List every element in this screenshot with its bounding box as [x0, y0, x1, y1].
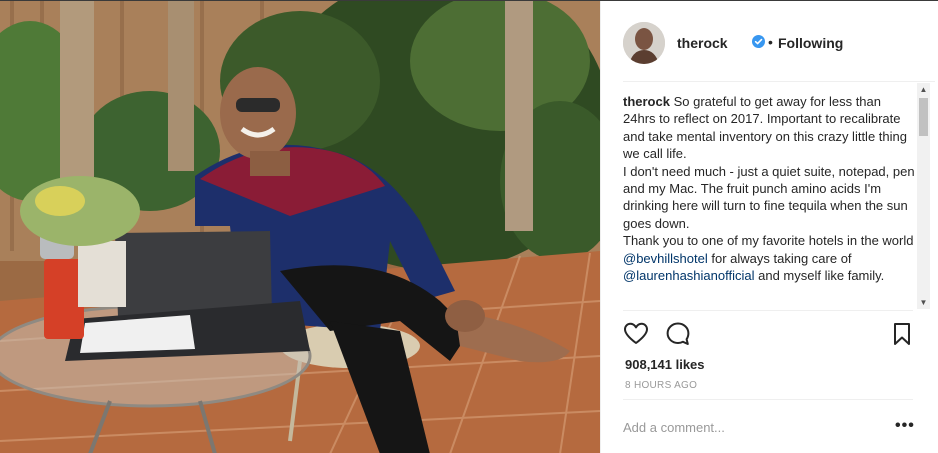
post-side-panel: therock • Following therock So grateful … — [600, 1, 938, 453]
caption-text-3b: for always taking care of — [707, 250, 852, 266]
caption-paragraph-2: I don't need much - just a quiet suite, … — [623, 163, 915, 233]
caption-username-link[interactable]: therock — [623, 94, 670, 109]
ellipsis-icon[interactable]: ••• — [895, 417, 915, 435]
header-username-link[interactable]: therock — [677, 35, 728, 51]
post-timestamp[interactable]: 8 HOURS AGO — [625, 380, 697, 391]
scrollbar-thumb[interactable] — [919, 98, 928, 136]
caption-text-3c: and myself like family. — [754, 268, 885, 284]
caption: therock So grateful to get away for less… — [623, 93, 915, 309]
divider — [623, 310, 913, 311]
heart-icon[interactable] — [623, 321, 649, 347]
instagram-post: therock • Following therock So grateful … — [0, 0, 938, 453]
header-separator: • — [768, 34, 773, 50]
action-bar — [623, 321, 915, 347]
avatar[interactable] — [623, 22, 665, 64]
post-header: therock • Following — [623, 1, 935, 82]
scroll-up-arrow-icon[interactable]: ▲ — [917, 83, 930, 96]
caption-text-3a: Thank you to one of my favorite hotels i… — [623, 233, 914, 249]
mention-link-laurenhashianofficial[interactable]: @laurenhashianofficial — [623, 268, 755, 283]
following-button[interactable]: Following — [778, 35, 843, 51]
speech-bubble-icon[interactable] — [665, 321, 691, 347]
scroll-down-arrow-icon[interactable]: ▼ — [917, 296, 930, 309]
bookmark-icon[interactable] — [889, 321, 915, 347]
photo-illustration — [0, 1, 600, 453]
divider — [623, 399, 913, 400]
likes-count[interactable]: 908,141 likes — [625, 357, 705, 372]
comment-input[interactable] — [623, 417, 873, 437]
avatar-image — [623, 22, 665, 64]
caption-text-2: I don't need much - just a quiet suite, … — [623, 163, 915, 231]
caption-paragraph-1: therock So grateful to get away for less… — [623, 93, 915, 163]
caption-scrollbar[interactable]: ▲ ▼ — [917, 83, 930, 309]
verified-badge-icon — [752, 35, 765, 48]
caption-paragraph-3: Thank you to one of my favorite hotels i… — [623, 232, 915, 284]
post-photo[interactable] — [0, 1, 600, 453]
mention-link-bevhillshotel[interactable]: @bevhillshotel — [623, 251, 708, 266]
